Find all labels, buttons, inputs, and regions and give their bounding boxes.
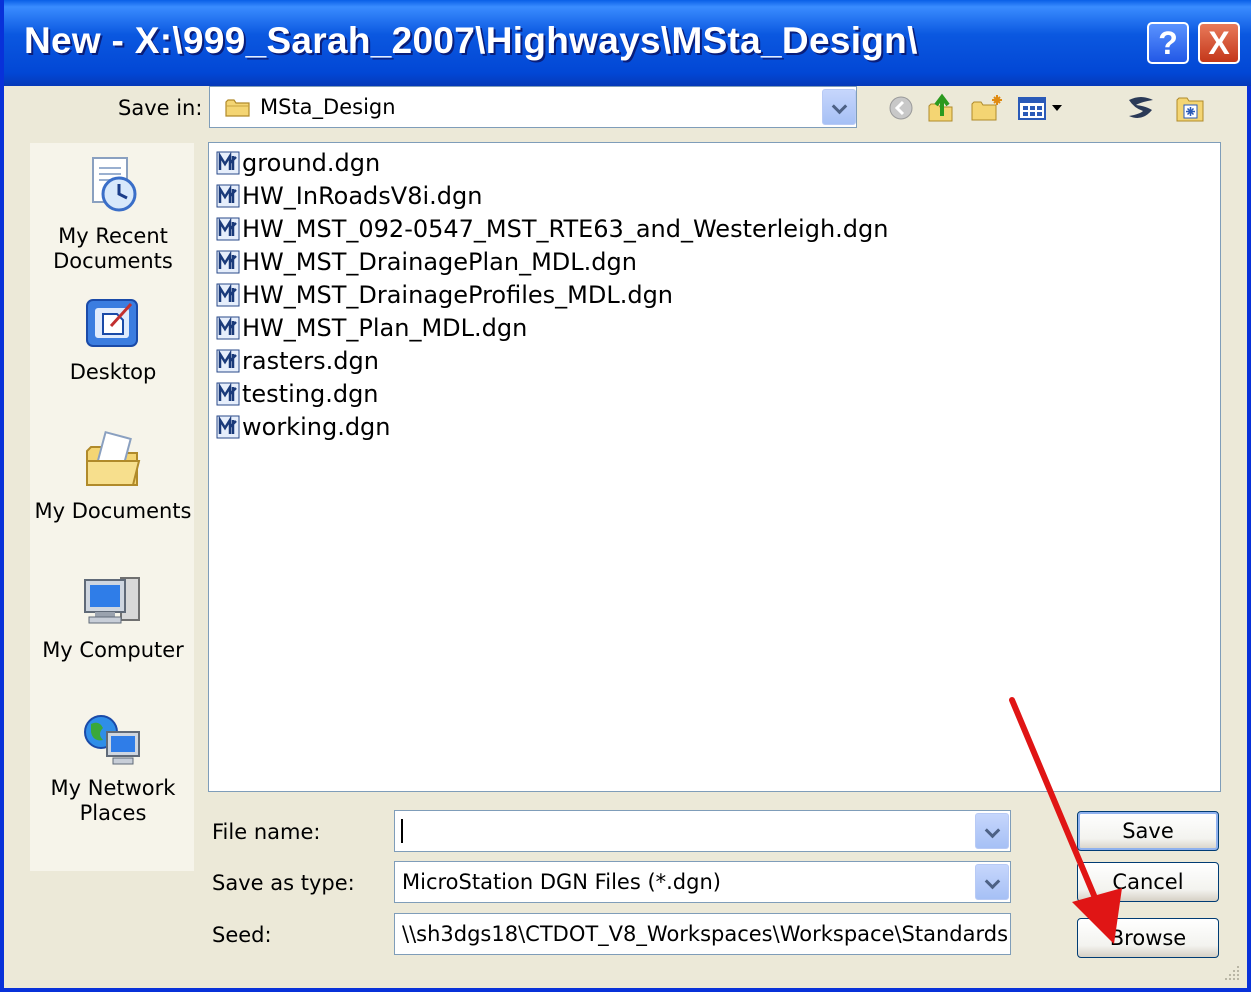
save-dialog-window: New - X:\999_Sarah_2007\Highways\MSta_De… xyxy=(0,0,1251,992)
place-label: Desktop xyxy=(69,360,157,384)
file-item[interactable]: testing.dgn xyxy=(216,379,379,409)
dgn-file-icon xyxy=(216,151,240,175)
save-as-type-value: MicroStation DGN Files (*.dgn) xyxy=(402,870,721,894)
network-places-icon xyxy=(84,715,140,765)
place-label: My Recent Documents xyxy=(53,224,173,273)
recent-documents-icon xyxy=(92,157,137,212)
file-name-label: File name: xyxy=(212,820,321,844)
file-name: working.dgn xyxy=(242,413,391,441)
file-name: rasters.dgn xyxy=(242,347,379,375)
save-as-type-label: Save as type: xyxy=(212,871,355,895)
save-in-dropdown-button[interactable] xyxy=(822,89,856,125)
file-list[interactable]: ground.dgn HW_InRoadsV8i.dgn HW_MST_092-… xyxy=(208,142,1221,792)
file-name-dropdown-button[interactable] xyxy=(975,813,1009,849)
file-name: HW_InRoadsV8i.dgn xyxy=(242,182,483,210)
dgn-file-icon xyxy=(216,349,240,373)
microstation-icon[interactable] xyxy=(1124,92,1158,124)
new-folder-icon[interactable] xyxy=(970,92,1004,124)
views-menu-icon[interactable] xyxy=(1016,92,1070,124)
places-bar: My Recent Documents Desktop My Documents xyxy=(30,143,194,871)
file-item[interactable]: HW_MST_DrainageProfiles_MDL.dgn xyxy=(216,280,673,310)
file-name: testing.dgn xyxy=(242,380,379,408)
file-item[interactable]: working.dgn xyxy=(216,412,391,442)
cancel-button[interactable]: Cancel xyxy=(1077,862,1219,902)
save-in-combo[interactable]: MSta_Design xyxy=(209,86,857,128)
up-folder-icon[interactable] xyxy=(926,92,956,124)
place-my-network-places[interactable]: My Network Places xyxy=(31,710,195,826)
dgn-file-icon xyxy=(216,316,240,340)
browse-button[interactable]: Browse xyxy=(1077,918,1219,958)
place-my-recent-documents[interactable]: My Recent Documents xyxy=(31,154,195,274)
save-in-label: Save in: xyxy=(118,96,203,120)
place-label: My Network Places xyxy=(50,776,176,825)
file-name: HW_MST_DrainageProfiles_MDL.dgn xyxy=(242,281,674,309)
close-button[interactable]: X xyxy=(1198,22,1240,64)
file-item[interactable]: HW_MST_DrainagePlan_MDL.dgn xyxy=(216,247,637,277)
file-name-input[interactable] xyxy=(394,810,1011,852)
place-label: My Computer xyxy=(42,638,184,662)
file-name: HW_MST_Plan_MDL.dgn xyxy=(242,314,528,342)
file-item[interactable]: HW_MST_Plan_MDL.dgn xyxy=(216,313,527,343)
file-item[interactable]: HW_MST_092-0547_MST_RTE63_and_Westerleig… xyxy=(216,214,888,244)
file-name: ground.dgn xyxy=(242,149,381,177)
place-label: My Documents xyxy=(34,499,192,523)
file-name: HW_MST_DrainagePlan_MDL.dgn xyxy=(242,248,637,276)
dgn-file-icon xyxy=(216,250,240,274)
dgn-file-icon xyxy=(216,382,240,406)
desktop-icon xyxy=(86,299,138,347)
bookmark-icon[interactable] xyxy=(1174,92,1206,124)
file-item[interactable]: HW_InRoadsV8i.dgn xyxy=(216,181,482,211)
dgn-file-icon xyxy=(216,283,240,307)
save-in-value: MSta_Design xyxy=(260,95,396,119)
my-documents-icon xyxy=(86,430,141,486)
place-my-computer[interactable]: My Computer xyxy=(31,572,195,663)
file-item[interactable]: ground.dgn xyxy=(216,148,380,178)
save-as-type-dropdown-button[interactable] xyxy=(975,864,1009,900)
save-button[interactable]: Save xyxy=(1077,811,1219,851)
folder-icon xyxy=(225,99,250,117)
my-computer-icon xyxy=(84,577,140,624)
text-caret xyxy=(401,819,403,843)
file-item[interactable]: rasters.dgn xyxy=(216,346,379,376)
save-as-type-select[interactable]: MicroStation DGN Files (*.dgn) xyxy=(394,861,1011,903)
dgn-file-icon xyxy=(216,184,240,208)
dgn-file-icon xyxy=(216,415,240,439)
back-icon[interactable] xyxy=(886,92,916,124)
window-title: New - X:\999_Sarah_2007\Highways\MSta_De… xyxy=(24,20,918,61)
seed-value: \\sh3dgs18\CTDOT_V8_Workspaces\Workspace… xyxy=(402,922,1007,946)
title-bar[interactable]: New - X:\999_Sarah_2007\Highways\MSta_De… xyxy=(4,0,1251,86)
resize-grip-icon[interactable] xyxy=(1223,964,1241,982)
place-desktop[interactable]: Desktop xyxy=(31,294,195,385)
seed-label: Seed: xyxy=(212,923,272,947)
help-button[interactable]: ? xyxy=(1147,22,1189,64)
file-name: HW_MST_092-0547_MST_RTE63_and_Westerleig… xyxy=(242,215,889,243)
dgn-file-icon xyxy=(216,217,240,241)
place-my-documents[interactable]: My Documents xyxy=(31,429,195,524)
seed-input[interactable]: \\sh3dgs18\CTDOT_V8_Workspaces\Workspace… xyxy=(394,913,1011,955)
